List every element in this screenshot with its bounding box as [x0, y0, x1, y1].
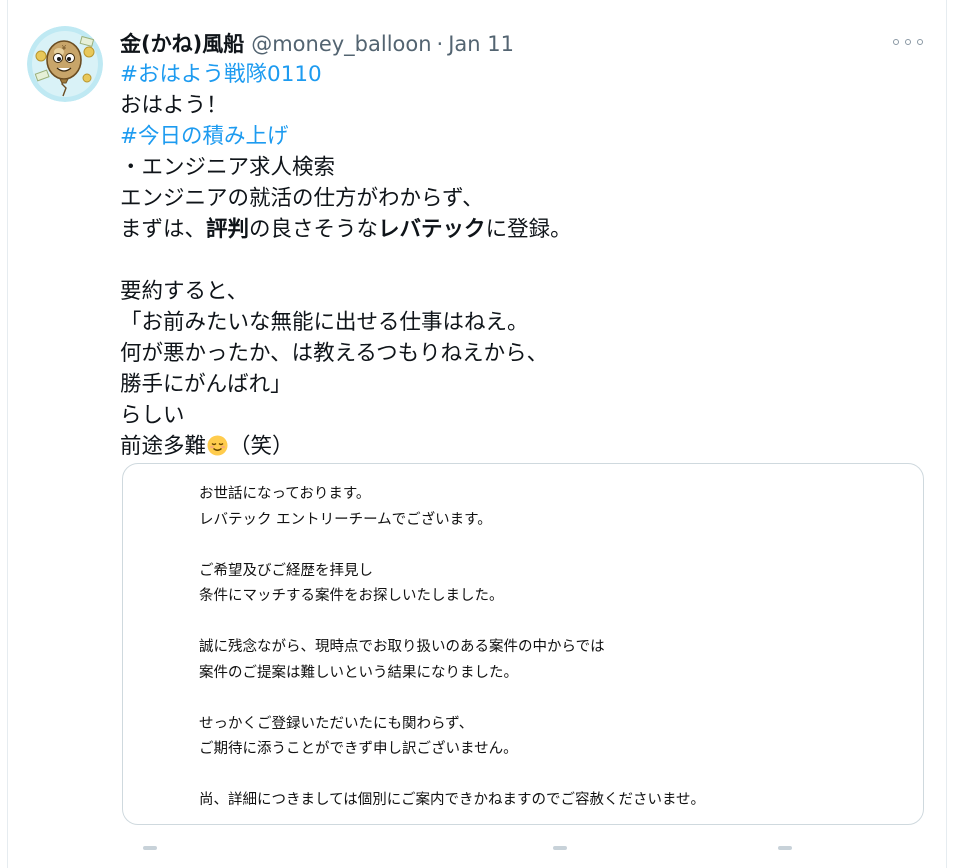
tweet-line: 要約すると、: [120, 279, 249, 304]
email-line: ご希望及びご経歴を拝見し: [199, 562, 373, 579]
attached-image[interactable]: お世話になっております。 レバテック エントリーチームでございます。 ご希望及び…: [122, 463, 924, 825]
tweet-text-segment: 前途多難: [120, 434, 207, 459]
tweet-text-segment: の良さそうな: [249, 217, 379, 242]
tweet-line: おはよう！: [120, 93, 228, 118]
tweet-line: まずは、評判の良さそうなレバテックに登録。: [120, 214, 920, 245]
email-line: ご期待に添うことができず申し訳ございません。: [199, 741, 518, 757]
like-icon[interactable]: [553, 846, 567, 850]
email-line: お世話になっております。: [199, 486, 371, 502]
tweet-header: 金(かね)風船 @money_balloon · Jan 11: [120, 31, 514, 57]
more-dot: [893, 39, 899, 45]
email-line: レバテック エントリーチームでございます。: [199, 511, 492, 528]
tweet-text-segment: （笑）: [229, 434, 294, 459]
bold-text-segment: 評判: [206, 217, 250, 242]
balloon-character-avatar-icon[interactable]: ¥: [27, 26, 103, 102]
header-separator: ·: [436, 32, 444, 56]
tweet-line: エンジニアの就活の仕方がわからず、: [120, 186, 484, 211]
author-display-name[interactable]: 金(かね)風船: [120, 31, 244, 57]
email-line: 条件にマッチする案件をお探しいたしました。: [199, 588, 504, 604]
more-dot: [917, 39, 923, 45]
tweet-line: 前途多難 （笑）: [120, 431, 920, 462]
tweet-text-segment: まずは、: [120, 217, 207, 242]
tweet-view: ¥ 金(かね)風船 @money_balloon · Jan 11 #おはよう戦…: [0, 0, 954, 868]
tweet-line: らしい: [120, 403, 185, 428]
more-options-icon[interactable]: [893, 35, 923, 49]
timeline-right-border: [946, 0, 947, 868]
share-icon[interactable]: [778, 846, 792, 850]
email-line: せっかくご登録いただいたにも関わらず、: [199, 715, 474, 732]
svg-text:¥: ¥: [62, 44, 67, 52]
email-line: 尚、詳細につきましては個別にご案内できかねますのでご容赦くださいませ。: [199, 792, 706, 808]
relieved-face-emoji-icon: [207, 434, 228, 456]
tweet-timestamp[interactable]: Jan 11: [448, 31, 514, 57]
tweet-text-segment: に登録。: [485, 217, 572, 242]
email-line: 案件のご提案は難しいという結果になりました。: [199, 664, 518, 681]
tweet-line: 勝手にがんばれ」: [120, 372, 292, 397]
author-handle[interactable]: @money_balloon: [251, 31, 431, 57]
tweet-line: 何が悪かったか、は教えるつもりねえから、: [120, 341, 549, 366]
tweet-line: 「お前みたいな無能に出せる仕事はねえ。: [120, 310, 529, 335]
email-screenshot-text: お世話になっております。 レバテック エントリーチームでございます。 ご希望及び…: [199, 482, 705, 814]
tweet-text: #おはよう戦隊0110 おはよう！ #今日の積み上げ ・エンジニア求人検索 エン…: [120, 59, 920, 462]
timeline-left-border: [7, 0, 8, 868]
tweet-line: ・エンジニア求人検索: [120, 155, 336, 180]
hashtag-link[interactable]: #今日の積み上げ: [120, 124, 289, 149]
hashtag-link[interactable]: #おはよう戦隊0110: [120, 62, 322, 87]
bold-text-segment: レバテック: [378, 217, 486, 242]
reply-icon[interactable]: [143, 846, 157, 850]
more-dot: [905, 39, 911, 45]
email-line: 誠に残念ながら、現時点でお取り扱いのある案件の中からでは: [199, 639, 605, 655]
